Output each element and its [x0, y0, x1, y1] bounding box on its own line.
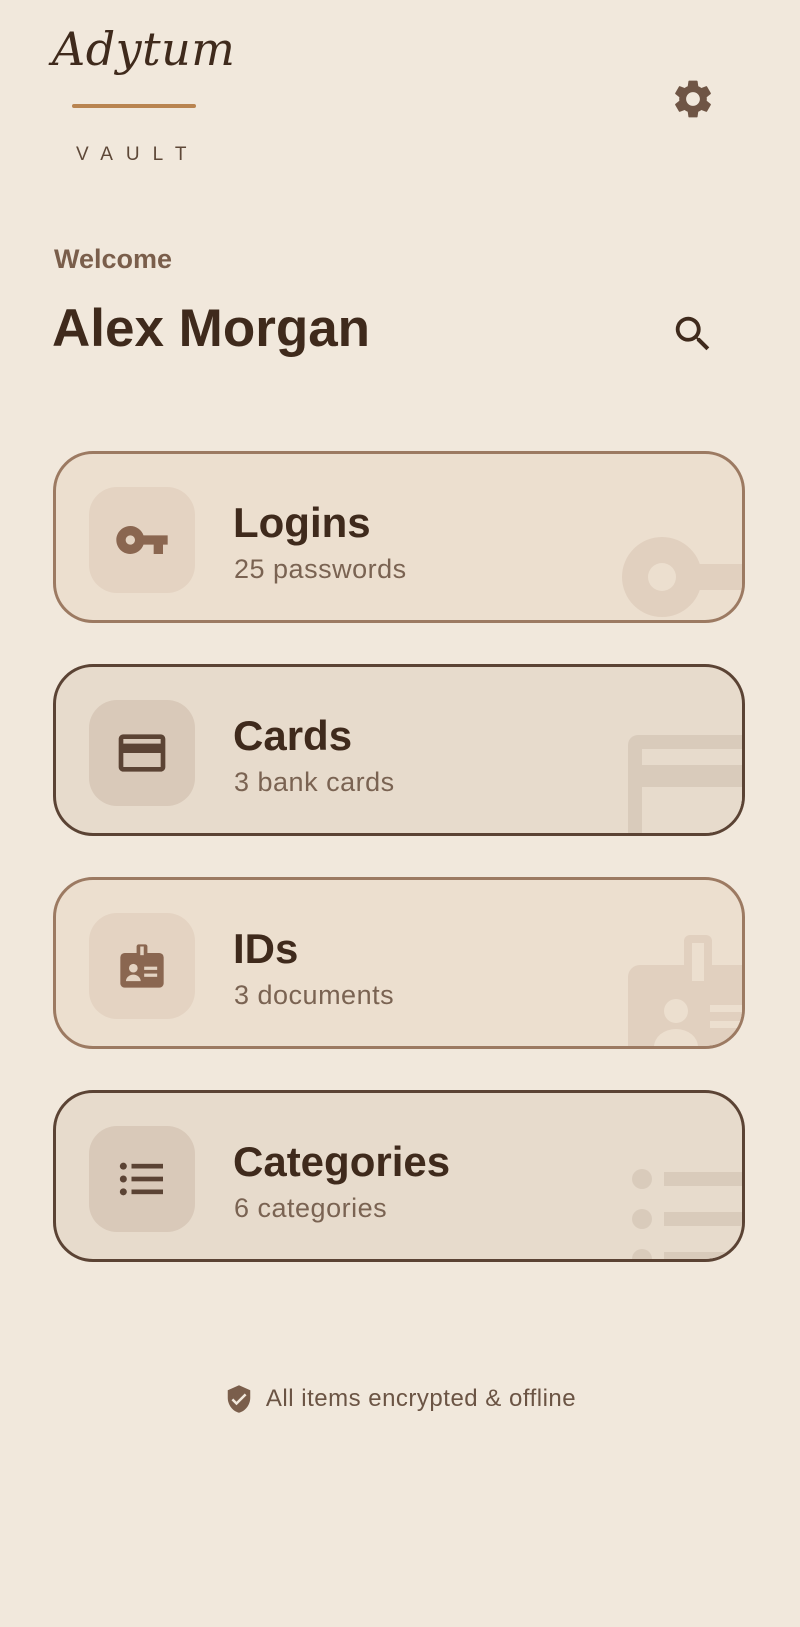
key-watermark-icon	[622, 537, 742, 617]
logins-icon-tile	[89, 487, 195, 593]
key-icon	[116, 526, 168, 554]
cards-icon-tile	[89, 700, 195, 806]
card-title: IDs	[233, 925, 299, 972]
search-button[interactable]	[663, 304, 723, 364]
gear-icon	[675, 80, 711, 118]
user-name: Alex Morgan	[52, 299, 371, 358]
search-icon	[675, 316, 710, 351]
id-badge-watermark-icon	[628, 935, 742, 1046]
card-categories[interactable]: Categories 6 categories	[53, 1090, 745, 1262]
card-logins[interactable]: Logins 25 passwords	[53, 451, 745, 623]
card-subtitle: 6 categories	[234, 1193, 388, 1223]
welcome-label: Welcome	[54, 244, 173, 274]
encryption-status: All items encrypted & offline	[0, 1384, 800, 1414]
categories-icon-tile	[89, 1126, 195, 1232]
ids-icon-tile	[89, 913, 195, 1019]
list-watermark-icon	[632, 1169, 742, 1259]
card-title: Cards	[233, 712, 353, 759]
credit-card-icon	[118, 734, 166, 772]
shield-check-icon	[227, 1385, 251, 1413]
card-subtitle: 3 bank cards	[234, 767, 395, 797]
card-ids[interactable]: IDs 3 documents	[53, 877, 745, 1049]
brand-subtitle: VAULT	[76, 144, 200, 165]
card-title: Categories	[233, 1138, 451, 1185]
card-cards[interactable]: Cards 3 bank cards	[53, 664, 745, 836]
settings-button[interactable]	[663, 69, 723, 129]
credit-card-watermark-icon	[628, 735, 742, 833]
brand-name: Adytum	[52, 22, 236, 76]
brand-logo: Adytum VAULT	[52, 22, 235, 172]
card-subtitle: 25 passwords	[234, 554, 407, 584]
card-subtitle: 3 documents	[234, 980, 395, 1010]
brand-underline	[72, 104, 196, 108]
card-title: Logins	[233, 499, 371, 546]
id-badge-icon	[120, 944, 164, 988]
encryption-status-text: All items encrypted & offline	[265, 1385, 577, 1412]
list-icon	[119, 1162, 163, 1196]
